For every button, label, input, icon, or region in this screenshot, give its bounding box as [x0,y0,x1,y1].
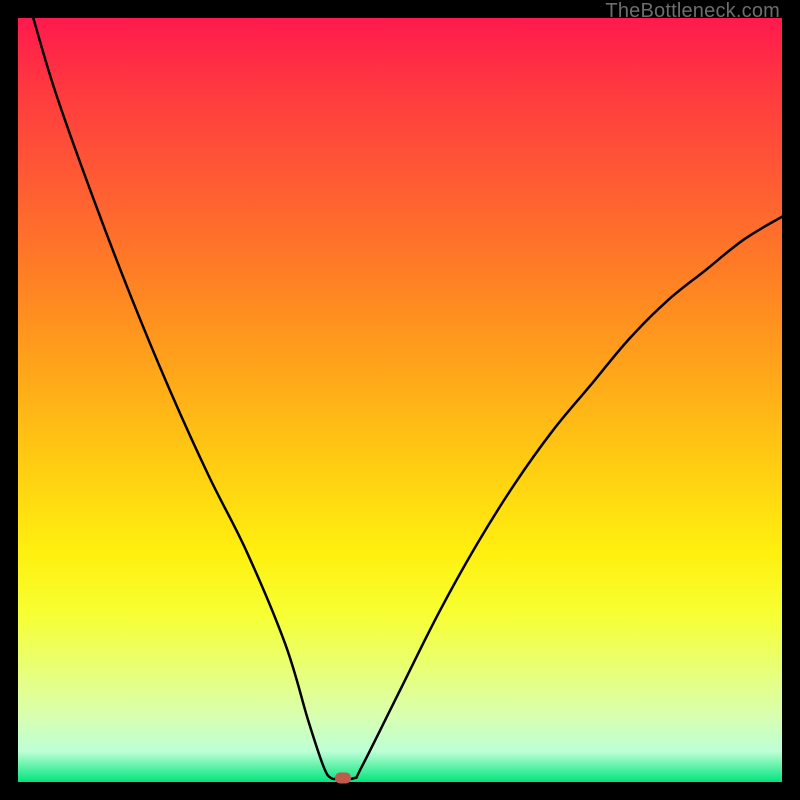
chart-plot-area [18,18,782,782]
watermark-label: TheBottleneck.com [605,0,780,23]
